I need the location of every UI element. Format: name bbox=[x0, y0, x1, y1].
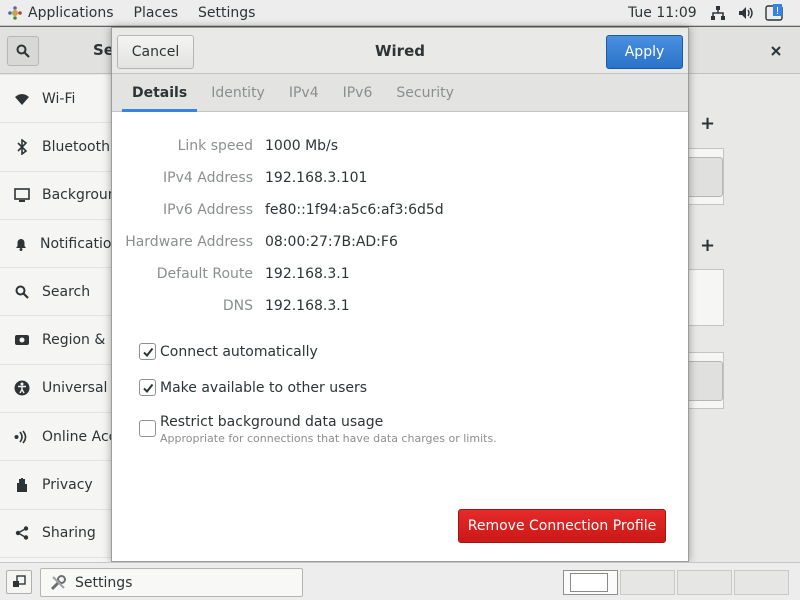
detail-value: 08:00:27:7B:AD:F6 bbox=[265, 234, 398, 250]
detail-label: Hardware Address bbox=[125, 234, 253, 250]
detail-value: 1000 Mb/s bbox=[265, 138, 339, 154]
detail-row-default-route: Default Route 192.168.3.1 bbox=[112, 258, 688, 290]
taskbar: Settings bbox=[0, 562, 800, 600]
panel-button[interactable] bbox=[683, 157, 723, 197]
power-icon[interactable]: ! bbox=[764, 3, 784, 23]
show-desktop-button[interactable] bbox=[6, 570, 32, 594]
apply-button[interactable]: Apply bbox=[606, 35, 683, 69]
wifi-icon bbox=[14, 91, 30, 107]
settings-tools-icon bbox=[49, 574, 67, 592]
tab-ipv6[interactable]: IPv6 bbox=[333, 74, 383, 112]
detail-label: IPv6 Address bbox=[163, 202, 253, 218]
sidebar-item-privacy[interactable]: Privacy bbox=[0, 461, 111, 510]
make-available-label[interactable]: Make available to other users bbox=[160, 378, 367, 398]
tab-identity[interactable]: Identity bbox=[201, 74, 275, 112]
detail-row-hardware-address: Hardware Address 08:00:27:7B:AD:F6 bbox=[112, 226, 688, 258]
panel-button[interactable] bbox=[683, 361, 723, 401]
bluetooth-icon bbox=[14, 138, 30, 155]
make-available-option[interactable]: Make available to other users bbox=[139, 378, 367, 398]
sidebar-item-notifications[interactable]: Notifications bbox=[0, 220, 111, 269]
volume-icon[interactable] bbox=[736, 3, 756, 23]
universal-access-icon bbox=[14, 380, 30, 396]
connect-automatically-option[interactable]: Connect automatically bbox=[139, 342, 318, 362]
remove-connection-profile-button[interactable]: Remove Connection Profile bbox=[458, 509, 666, 543]
close-icon bbox=[771, 46, 781, 56]
close-button[interactable] bbox=[764, 39, 788, 63]
workspace-3[interactable] bbox=[677, 570, 732, 595]
region-icon bbox=[14, 332, 30, 348]
workspace-2[interactable] bbox=[620, 570, 675, 595]
privacy-icon bbox=[14, 477, 30, 493]
settings-sidebar: Wi-Fi Bluetooth Background Notifications… bbox=[0, 75, 112, 562]
search-icon bbox=[16, 44, 30, 58]
restrict-background-label[interactable]: Restrict background data usage bbox=[160, 412, 497, 432]
detail-row-dns: DNS 192.168.3.1 bbox=[112, 290, 688, 322]
search-button[interactable] bbox=[7, 36, 39, 66]
top-bar: Applications Places Settings Tue 11:09 ! bbox=[0, 0, 800, 26]
dialog-title: Wired bbox=[375, 42, 425, 60]
network-icon[interactable] bbox=[708, 3, 728, 23]
detail-value: fe80::1f94:a5c6:af3:6d5d bbox=[265, 202, 444, 218]
detail-label: DNS bbox=[222, 298, 253, 314]
search-icon bbox=[14, 284, 30, 300]
sidebar-item-wifi[interactable]: Wi-Fi bbox=[0, 75, 111, 124]
background-icon bbox=[14, 187, 30, 203]
applications-menu[interactable]: Applications bbox=[18, 0, 124, 26]
detail-row-ipv6-address: IPv6 Address fe80::1f94:a5c6:af3:6d5d bbox=[112, 194, 688, 226]
detail-value: 192.168.3.1 bbox=[265, 298, 350, 314]
restrict-background-option[interactable]: Restrict background data usage Appropria… bbox=[139, 412, 497, 446]
online-accounts-icon bbox=[14, 429, 30, 445]
detail-label: IPv4 Address bbox=[163, 170, 253, 186]
detail-value: 192.168.3.101 bbox=[265, 170, 368, 186]
sharing-icon bbox=[14, 525, 30, 541]
wired-dialog: Cancel Wired Apply Details Identity IPv4… bbox=[111, 27, 689, 562]
make-available-checkbox[interactable] bbox=[139, 379, 156, 396]
sidebar-item-bluetooth[interactable]: Bluetooth bbox=[0, 123, 111, 172]
workspace-1[interactable] bbox=[563, 570, 618, 595]
detail-label: Default Route bbox=[156, 266, 253, 282]
detail-value: 192.168.3.1 bbox=[265, 266, 350, 282]
workspace-window-preview bbox=[570, 573, 608, 592]
sidebar-item-universal-access[interactable]: Universal Access bbox=[0, 365, 111, 414]
tab-details[interactable]: Details bbox=[122, 74, 198, 112]
show-desktop-icon bbox=[13, 575, 26, 587]
checkmark-icon bbox=[142, 347, 153, 357]
clock[interactable]: Tue 11:09 bbox=[628, 0, 697, 26]
svg-text:!: ! bbox=[776, 6, 780, 17]
tab-security[interactable]: Security bbox=[386, 74, 464, 112]
tab-ipv4[interactable]: IPv4 bbox=[279, 74, 329, 112]
detail-row-link-speed: Link speed 1000 Mb/s bbox=[112, 130, 688, 162]
sidebar-item-sharing[interactable]: Sharing bbox=[0, 510, 111, 558]
cancel-button[interactable]: Cancel bbox=[117, 35, 194, 69]
detail-label: Link speed bbox=[177, 138, 253, 154]
restrict-background-hint: Appropriate for connections that have da… bbox=[160, 432, 497, 445]
connect-automatically-checkbox[interactable] bbox=[139, 343, 156, 360]
restrict-background-checkbox[interactable] bbox=[139, 420, 156, 437]
settings-menu[interactable]: Settings bbox=[188, 0, 265, 26]
sidebar-item-background[interactable]: Background bbox=[0, 172, 111, 220]
add-icon[interactable]: + bbox=[700, 113, 715, 134]
workspace-4[interactable] bbox=[734, 570, 789, 595]
taskbar-item-settings[interactable]: Settings bbox=[40, 568, 303, 597]
sidebar-item-online-accounts[interactable]: Online Accounts bbox=[0, 413, 111, 462]
notifications-icon bbox=[14, 236, 28, 252]
add-icon[interactable]: + bbox=[700, 235, 715, 256]
taskbar-item-label: Settings bbox=[75, 574, 133, 591]
dialog-header: Cancel Wired Apply bbox=[112, 28, 688, 74]
connect-automatically-label[interactable]: Connect automatically bbox=[160, 342, 318, 362]
sidebar-item-search[interactable]: Search bbox=[0, 268, 111, 317]
checkmark-icon bbox=[142, 383, 153, 393]
sidebar-item-region[interactable]: Region & Language bbox=[0, 316, 111, 365]
detail-row-ipv4-address: IPv4 Address 192.168.3.101 bbox=[112, 162, 688, 194]
places-menu[interactable]: Places bbox=[124, 0, 189, 26]
dialog-tabs: Details Identity IPv4 IPv6 Security bbox=[112, 74, 688, 112]
